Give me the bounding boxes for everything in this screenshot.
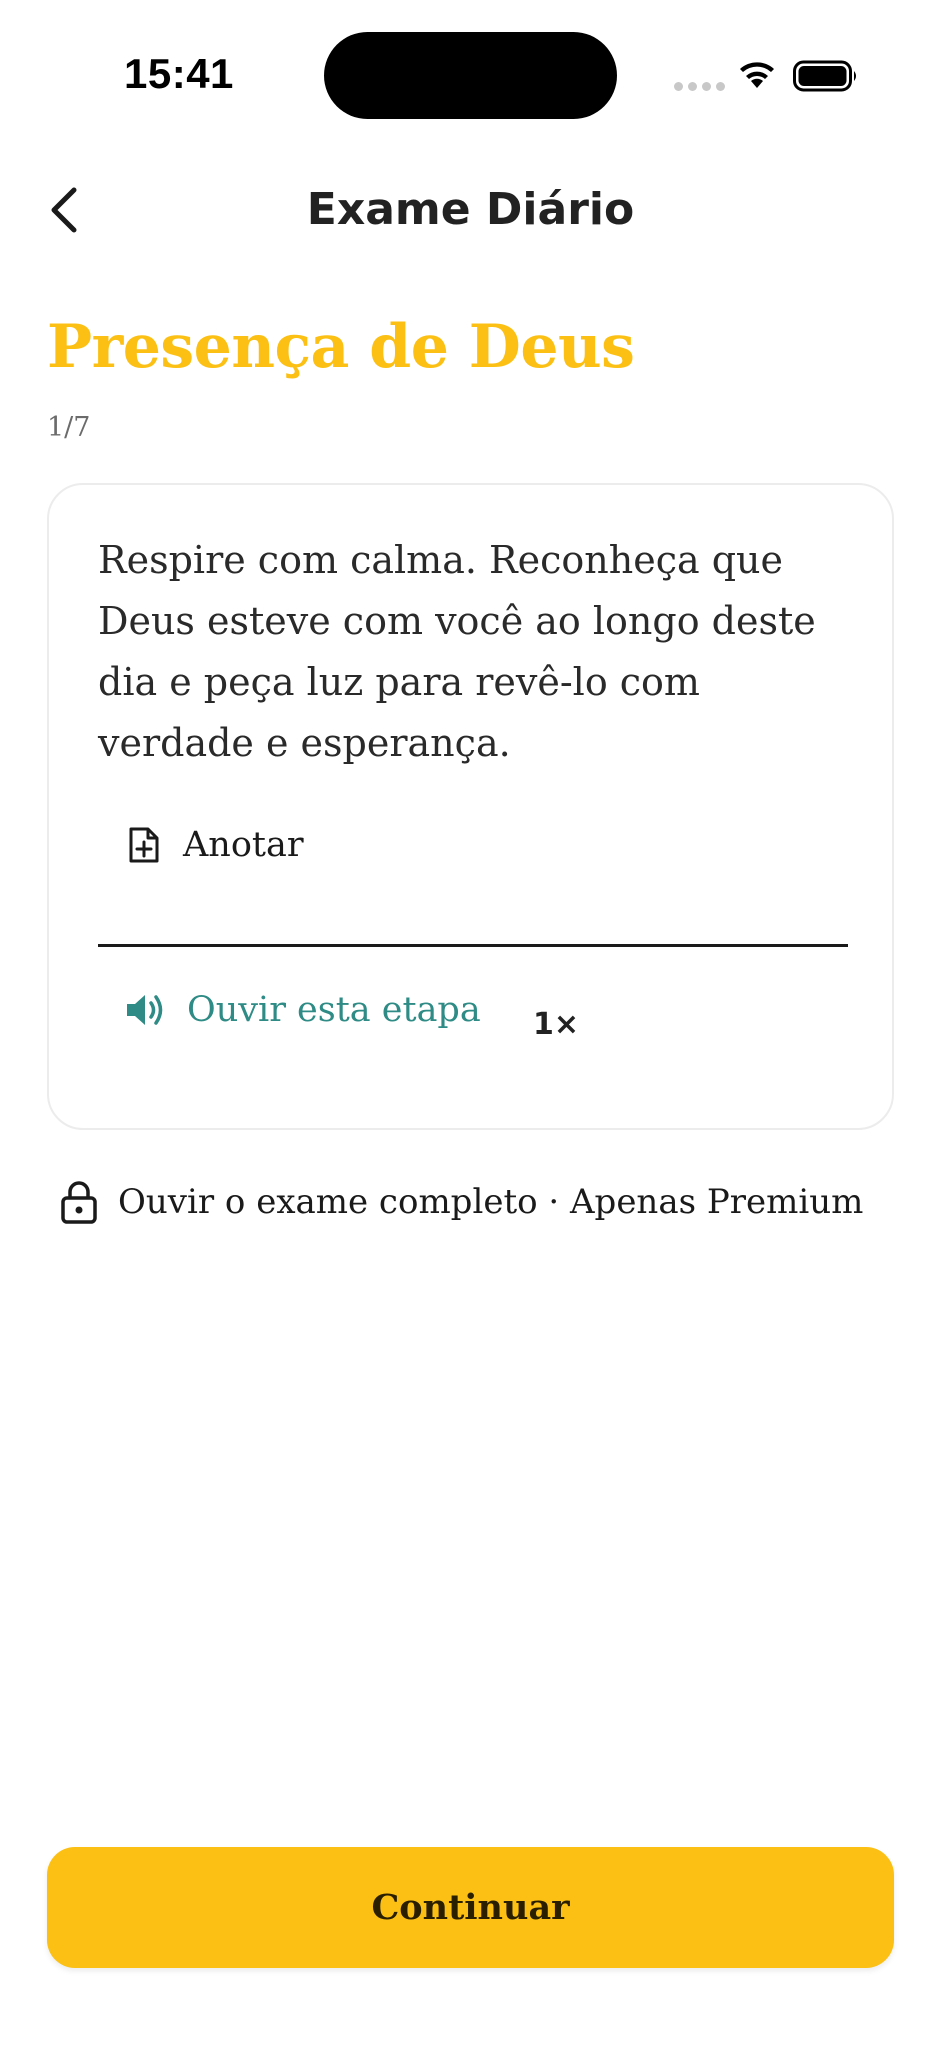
battery-icon	[793, 60, 856, 92]
premium-full-exam-link[interactable]: Ouvir o exame completo · Apenas Premium	[60, 1180, 863, 1224]
dynamic-island	[324, 32, 617, 119]
status-time: 15:41	[124, 50, 234, 97]
annotate-label: Anotar	[183, 825, 304, 865]
wifi-icon	[740, 62, 774, 88]
cellular-signal-icon	[674, 82, 725, 91]
page-title: Exame Diário	[306, 184, 635, 235]
continue-button[interactable]: Continuar	[47, 1847, 894, 1968]
speaker-icon	[127, 995, 163, 1025]
listen-step-label: Ouvir esta etapa	[187, 990, 481, 1030]
step-instructions: Respire com calma. Reconheça que Deus es…	[98, 538, 816, 765]
playback-speed-button[interactable]: 1×	[533, 1007, 579, 1042]
continue-label: Continuar	[371, 1887, 570, 1928]
lock-icon	[61, 1181, 97, 1224]
file-plus-icon	[129, 827, 159, 863]
note-input-underline[interactable]	[98, 944, 848, 947]
annotate-button[interactable]: Anotar	[127, 825, 304, 865]
step-card: Respire com calma. Reconheça que Deus es…	[47, 483, 894, 1130]
step-counter: 1/7	[47, 412, 91, 443]
step-title: Presença de Deus	[47, 312, 635, 382]
premium-label: Ouvir o exame completo · Apenas Premium	[118, 1182, 864, 1222]
listen-step-button[interactable]: Ouvir esta etapa	[125, 990, 481, 1030]
